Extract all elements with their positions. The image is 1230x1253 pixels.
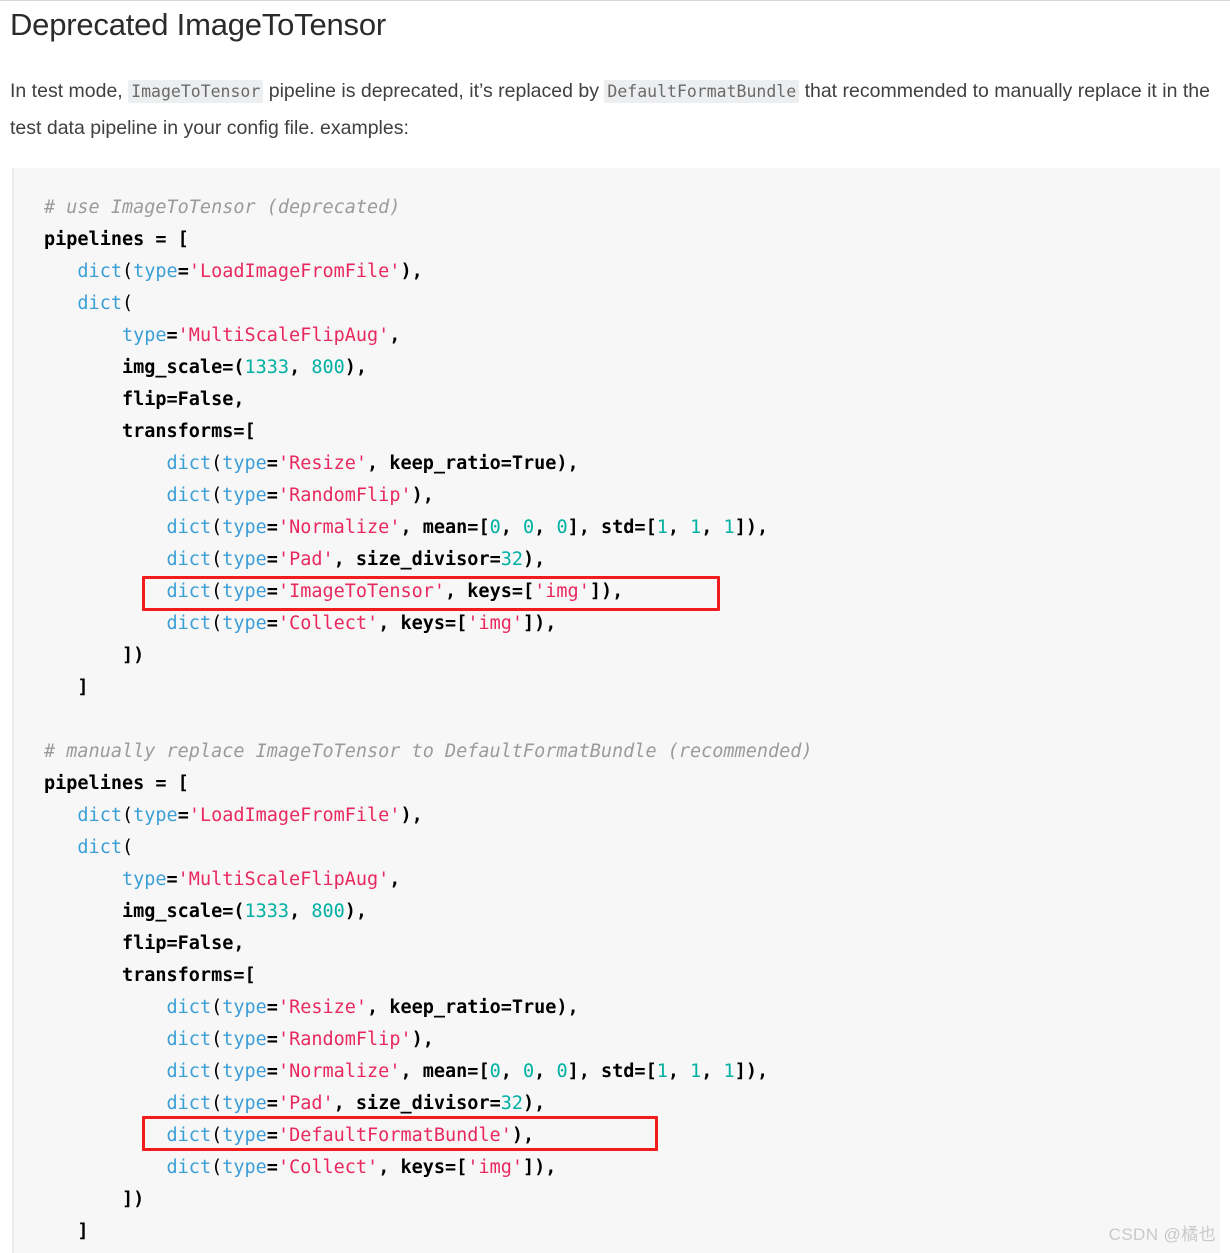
code-collect: dict(type='Collect', keys=['img']),: [166, 613, 557, 634]
code-normalize-2: dict(type='Normalize', mean=[0, 0, 0], s…: [166, 1061, 769, 1082]
code-line: dict(type='Normalize', mean=[0, 0, 0], s…: [44, 1056, 1220, 1088]
watermark: CSDN @橘也: [1108, 1225, 1216, 1244]
code-line: dict(: [44, 832, 1220, 864]
code-line: dict(type='DefaultFormatBundle'),: [44, 1120, 1220, 1152]
code-randomflip-2: dict(type='RandomFlip'),: [166, 1029, 434, 1050]
code-line: transforms=[: [44, 416, 1220, 448]
code-line: ]: [44, 1216, 1220, 1248]
code-line: type='MultiScaleFlipAug',: [44, 864, 1220, 896]
code-img-scale-2: img_scale=(1333, 800),: [121, 901, 368, 922]
code-line: # use ImageToTensor (deprecated): [44, 192, 1220, 224]
code-flip: flip=False,: [121, 389, 245, 410]
code-line: dict(type='LoadImageFromFile'),: [44, 256, 1220, 288]
code-load-image-from-file: dict(type='LoadImageFromFile'),: [77, 261, 423, 282]
code-line: img_scale=(1333, 800),: [44, 896, 1220, 928]
code-transforms-open-2: transforms=[: [121, 965, 256, 986]
code-dict-open-2: dict(: [77, 837, 134, 858]
code-img-scale: img_scale=(1333, 800),: [121, 357, 368, 378]
document-page: Deprecated ImageToTensor In test mode, I…: [0, 0, 1230, 1253]
code-line: ]): [44, 1184, 1220, 1216]
code-line: dict(type='Normalize', mean=[0, 0, 0], s…: [44, 512, 1220, 544]
code-dict-open: dict(: [77, 293, 134, 314]
page-top-divider: [0, 0, 1230, 1]
code-line: transforms=[: [44, 960, 1220, 992]
code-content: # use ImageToTensor (deprecated) pipeline…: [44, 192, 1220, 1248]
code-line: pipelines = [: [44, 224, 1220, 256]
code-normalize: dict(type='Normalize', mean=[0, 0, 0], s…: [166, 517, 769, 538]
code-line: img_scale=(1333, 800),: [44, 352, 1220, 384]
page-title: Deprecated ImageToTensor: [10, 7, 387, 42]
code-line: flip=False,: [44, 384, 1220, 416]
code-line: dict(type='Pad', size_divisor=32),: [44, 544, 1220, 576]
code-close-outer: ]: [77, 677, 89, 698]
code-line: type='MultiScaleFlipAug',: [44, 320, 1220, 352]
intro-text-segment-1: In test mode,: [10, 79, 123, 102]
code-type-multiscaleflipaug: type='MultiScaleFlipAug',: [121, 325, 401, 346]
code-block[interactable]: # use ImageToTensor (deprecated) pipeline…: [12, 168, 1220, 1253]
code-defaultformatbundle-highlighted: dict(type='DefaultFormatBundle'),: [166, 1125, 535, 1146]
code-close-inner: ]): [121, 645, 145, 666]
code-line: dict(type='Pad', size_divisor=32),: [44, 1088, 1220, 1120]
code-flip-2: flip=False,: [121, 933, 245, 954]
code-type-multiscaleflipaug-2: type='MultiScaleFlipAug',: [121, 869, 401, 890]
code-line: # manually replace ImageToTensor to Defa…: [44, 736, 1220, 768]
code-load-image-from-file-2: dict(type='LoadImageFromFile'),: [77, 805, 423, 826]
code-line: dict(type='Collect', keys=['img']),: [44, 608, 1220, 640]
code-line: dict(type='Collect', keys=['img']),: [44, 1152, 1220, 1184]
code-line: flip=False,: [44, 928, 1220, 960]
code-pipelines-assignment: pipelines = [: [44, 229, 189, 250]
code-pad: dict(type='Pad', size_divisor=32),: [166, 549, 546, 570]
inline-code-imagetotensor: ImageToTensor: [128, 79, 264, 103]
code-pad-2: dict(type='Pad', size_divisor=32),: [166, 1093, 546, 1114]
code-imagetotensor-highlighted: dict(type='ImageToTensor', keys=['img'])…: [166, 581, 624, 602]
code-close-inner-2: ]): [121, 1189, 145, 1210]
code-collect-2: dict(type='Collect', keys=['img']),: [166, 1157, 557, 1178]
intro-paragraph: In test mode, ImageToTensor pipeline is …: [0, 45, 1230, 146]
code-resize-2: dict(type='Resize', keep_ratio=True),: [166, 997, 579, 1018]
code-line: ]): [44, 640, 1220, 672]
code-transforms-open: transforms=[: [121, 421, 256, 442]
code-line: pipelines = [: [44, 768, 1220, 800]
code-resize: dict(type='Resize', keep_ratio=True),: [166, 453, 579, 474]
code-line: dict(type='LoadImageFromFile'),: [44, 800, 1220, 832]
code-line: dict(: [44, 288, 1220, 320]
intro-text-segment-2: pipeline is deprecated, it’s replaced by: [268, 79, 599, 102]
code-randomflip: dict(type='RandomFlip'),: [166, 485, 434, 506]
inline-code-defaultformatbundle: DefaultFormatBundle: [604, 79, 800, 103]
code-close-outer-2: ]: [77, 1221, 89, 1242]
code-line: dict(type='Resize', keep_ratio=True),: [44, 992, 1220, 1024]
code-pipelines-assignment-2: pipelines = [: [44, 773, 189, 794]
code-line: dict(type='ImageToTensor', keys=['img'])…: [44, 576, 1220, 608]
code-line: ]: [44, 672, 1220, 704]
code-block-inner: # use ImageToTensor (deprecated) pipeline…: [14, 168, 1220, 1248]
code-line: dict(type='RandomFlip'),: [44, 1024, 1220, 1056]
code-comment-recommended: # manually replace ImageToTensor to Defa…: [44, 741, 813, 762]
code-comment-deprecated: # use ImageToTensor (deprecated): [44, 197, 401, 218]
code-line: dict(type='RandomFlip'),: [44, 480, 1220, 512]
code-line: dict(type='Resize', keep_ratio=True),: [44, 448, 1220, 480]
